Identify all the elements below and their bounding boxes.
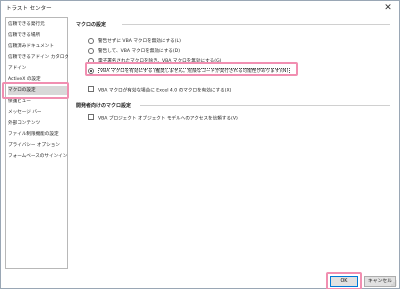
trust-vba-object-model-checkbox[interactable]: VBA プロジェクト オブジェクト モデルへのアクセスを信頼する(V)	[88, 114, 238, 123]
category-list: 信頼できる発行元 信頼できる場所 信頼済みドキュメント 信頼できるアドイン カタ…	[5, 17, 68, 269]
heading-divider	[140, 105, 390, 106]
macro-settings-heading: マクロの設定	[76, 22, 107, 28]
checkbox-label: VBA マクロが有効な場合に Excel 4.0 のマクロを有効にする(X)	[98, 88, 232, 94]
sidebar-item-trusted-documents[interactable]: 信頼済みドキュメント	[8, 42, 68, 51]
sidebar-item-message-bar[interactable]: メッセージ バー	[8, 108, 68, 117]
checkbox-label: VBA プロジェクト オブジェクト モデルへのアクセスを信頼する(V)	[98, 116, 238, 122]
sidebar-item-addins[interactable]: アドイン	[8, 64, 68, 73]
excel4-macro-checkbox[interactable]: VBA マクロが有効な場合に Excel 4.0 のマクロを有効にする(X)	[88, 86, 232, 95]
window-title: トラスト センター	[6, 6, 52, 12]
title-bar: トラスト センター ✕	[1, 1, 399, 15]
trust-center-dialog: トラスト センター ✕ 信頼できる発行元 信頼できる場所 信頼済みドキュメント …	[0, 0, 400, 289]
developer-settings-heading: 開発者向けのマクロ設定	[76, 103, 132, 109]
sidebar-item-trusted-addin-catalogs[interactable]: 信頼できるアドイン カタログ	[8, 53, 68, 62]
settings-panel: マクロの設定 警告せずに VBA マクロを無効にする(L) 警告して、VBA マ…	[74, 17, 396, 269]
radio-label: 警告せずに VBA マクロを無効にする(L)	[98, 39, 181, 44]
sidebar-item-external-content[interactable]: 外部コンテンツ	[8, 119, 68, 128]
heading-divider	[122, 24, 390, 25]
sidebar-item-file-block-settings[interactable]: ファイル制限機能の設定	[8, 130, 68, 139]
radio-disable-with-notification[interactable]: 警告して、VBA マクロを無効にする(D)	[88, 48, 180, 56]
sidebar-selection-highlight	[2, 82, 69, 99]
radio-button[interactable]	[88, 48, 94, 54]
radio-button[interactable]	[88, 38, 94, 44]
checkbox[interactable]	[88, 86, 94, 92]
sidebar-item-trusted-locations[interactable]: 信頼できる場所	[8, 31, 68, 40]
close-icon[interactable]: ✕	[381, 2, 395, 14]
enable-option-highlight	[85, 62, 298, 76]
checkbox[interactable]	[88, 114, 94, 120]
sidebar-item-trusted-publishers[interactable]: 信頼できる発行元	[8, 20, 68, 29]
radio-label: 警告して、VBA マクロを無効にする(D)	[98, 49, 181, 54]
radio-disable-without-notification[interactable]: 警告せずに VBA マクロを無効にする(L)	[88, 38, 181, 46]
sidebar-item-privacy-options[interactable]: プライバシー オプション	[8, 141, 68, 150]
ok-button-highlight	[326, 272, 362, 289]
resize-grip-icon[interactable]	[391, 280, 397, 286]
sidebar-item-form-based-signin[interactable]: フォームベースのサインイン	[8, 152, 68, 161]
